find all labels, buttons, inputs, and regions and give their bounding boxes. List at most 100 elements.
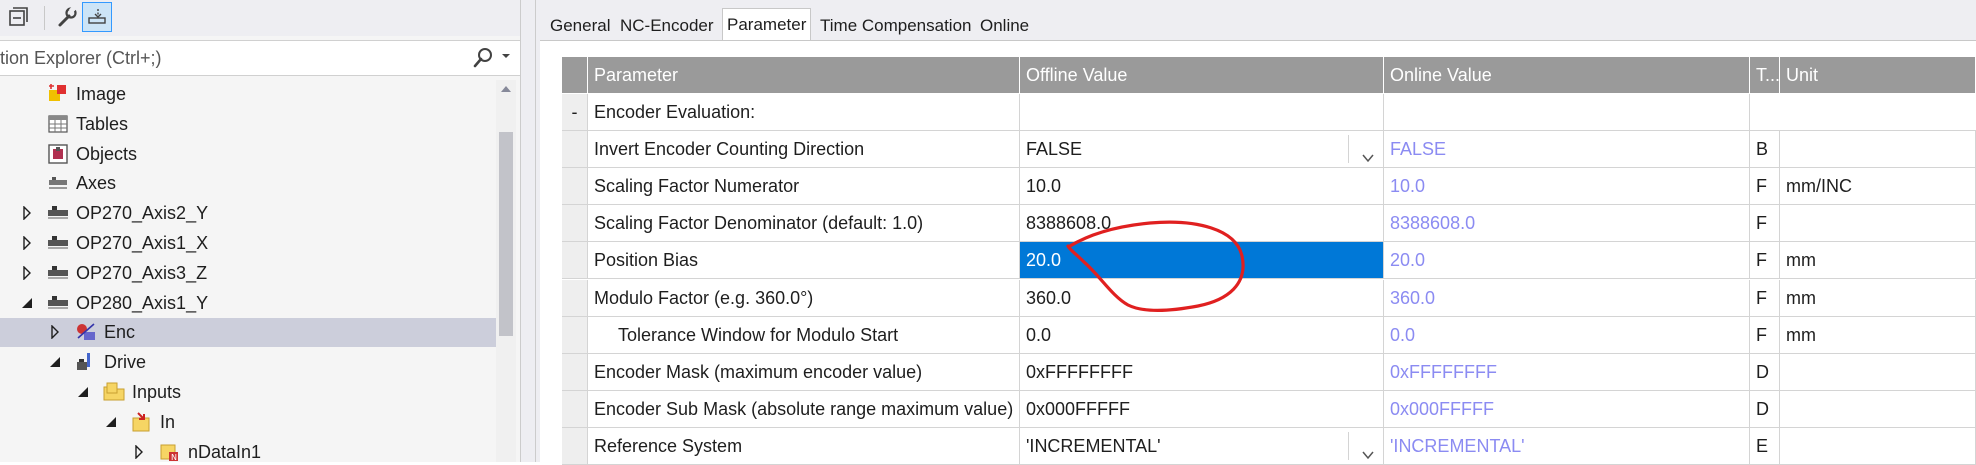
tree-node-label: In [160, 411, 176, 432]
offline-value-text: FALSE [1026, 139, 1083, 160]
parameter-cell: Tolerance Window for Modulo Start [588, 316, 1020, 353]
offline-value-text: 10.0 [1026, 176, 1062, 197]
dropdown-chevron-icon[interactable] [1361, 141, 1375, 167]
tree-node[interactable]: NnDataIn1 [0, 438, 496, 462]
tree-node[interactable]: OP280_Axis1_Y [0, 289, 496, 318]
column-header-unit[interactable]: Unit [1780, 57, 1976, 93]
offline-value-text: 8388608.0 [1026, 213, 1112, 234]
parameter-row[interactable]: Tolerance Window for Modulo Start 0.0 0.0 F… [562, 316, 1976, 354]
offline-value-cell[interactable]: 0x000FFFFF [1020, 390, 1384, 427]
offline-value-cell[interactable]: 'INCREMENTAL' [1020, 427, 1384, 464]
offline-value-cell[interactable]: 0.0 [1020, 316, 1384, 353]
pane-splitter[interactable] [520, 0, 536, 462]
online-value-cell: 0xFFFFFFFF [1384, 353, 1750, 390]
online-value-cell: 8388608.0 [1384, 205, 1750, 242]
row-gutter [562, 390, 588, 427]
tab-parameter[interactable]: Parameter [722, 8, 812, 42]
expand-arrow-icon[interactable] [20, 236, 34, 250]
parameter-row[interactable]: Encoder Sub Mask (absolute range maximum… [562, 390, 1976, 428]
parameter-row[interactable]: Modulo Factor (e.g. 360.0°) 360.0 360.0 Fmm [562, 279, 1976, 317]
type-text: F [1756, 324, 1767, 345]
collapse-arrow-icon[interactable] [48, 355, 62, 369]
tree-node[interactable]: OP270_Axis2_Y [0, 199, 496, 228]
parameter-cell: Scaling Factor Denominator (default: 1.0… [588, 205, 1020, 242]
collapse-arrow-icon[interactable] [76, 385, 90, 399]
unit-cell [1780, 94, 1976, 130]
offline-value-text: 20.0 [1026, 250, 1062, 271]
search-icon[interactable] [472, 47, 494, 69]
unit-cell [1780, 427, 1976, 464]
column-header-parameter[interactable]: Parameter [588, 57, 1020, 93]
tab-nc-encoder[interactable]: NC-Encoder [616, 12, 718, 40]
parameter-cell: Reference System [588, 427, 1020, 464]
tree-node[interactable]: Axes [0, 169, 496, 198]
online-value-text: 'INCREMENTAL' [1390, 435, 1525, 456]
scrollbar-thumb[interactable] [499, 132, 513, 336]
parameter-row[interactable]: - Encoder Evaluation: [562, 94, 1976, 131]
expand-arrow-icon[interactable] [20, 206, 34, 221]
offline-value-text: 0.0 [1026, 324, 1052, 345]
offline-value-cell[interactable]: 360.0 [1020, 279, 1384, 316]
online-value-text: FALSE [1390, 139, 1447, 160]
unit-cell: mm/INC [1780, 168, 1976, 205]
tree-node[interactable]: Enc [0, 318, 496, 348]
column-header-offline-value[interactable]: Offline Value [1020, 57, 1384, 93]
column-header-online-value[interactable]: Online Value [1384, 57, 1750, 93]
collapse-all-button[interactable] [4, 2, 34, 32]
unit-text: mm [1786, 324, 1816, 345]
tree-node[interactable]: Objects [0, 140, 496, 169]
tree-node[interactable]: OP270_Axis3_Z [0, 259, 496, 288]
offline-value-cell[interactable]: FALSE [1020, 131, 1384, 168]
collapse-arrow-icon[interactable] [20, 296, 34, 310]
parameter-row[interactable]: Encoder Mask (maximum encoder value) 0xFF… [562, 353, 1976, 391]
expand-arrow-icon[interactable] [48, 325, 62, 340]
explorer-scrollbar[interactable] [496, 80, 516, 462]
parameter-row[interactable]: Position Bias 20.0 20.0 Fmm [562, 242, 1976, 280]
scroll-up-arrow-icon[interactable] [500, 84, 512, 94]
unit-cell [1780, 390, 1976, 427]
search-options-chevron-icon[interactable] [500, 51, 512, 61]
expand-arrow-icon[interactable] [132, 444, 146, 459]
row-gutter [562, 279, 588, 316]
tree-node[interactable]: OP270_Axis1_X [0, 229, 496, 258]
tab-general[interactable]: General [546, 12, 614, 40]
online-value-cell: 'INCREMENTAL' [1384, 427, 1750, 464]
tree-node-label: OP280_Axis1_Y [76, 292, 209, 313]
offline-value-text: 0x000FFFFF [1026, 398, 1131, 419]
offline-value-cell[interactable]: 20.0 [1020, 242, 1384, 279]
preview-selected-button[interactable] [82, 2, 112, 32]
properties-button[interactable] [52, 2, 82, 32]
tree-node-label: Axes [76, 173, 117, 194]
parameter-text: Modulo Factor (e.g. 360.0°) [594, 287, 814, 308]
parameter-row[interactable]: Scaling Factor Denominator (default: 1.0… [562, 205, 1976, 243]
offline-value-cell[interactable]: 10.0 [1020, 168, 1384, 205]
parameter-row[interactable]: Reference System 'INCREMENTAL' 'INCREMENTA… [562, 427, 1976, 465]
drive-icon [74, 350, 98, 374]
dropdown-chevron-icon[interactable] [1361, 438, 1375, 464]
tree-node[interactable]: Drive [0, 348, 496, 377]
tree-node[interactable]: Image [0, 80, 496, 109]
offline-value-cell[interactable] [1020, 94, 1384, 130]
offline-value-cell[interactable]: 8388608.0 [1020, 205, 1384, 242]
collapse-arrow-icon[interactable] [104, 415, 118, 429]
tab-time-compensation[interactable]: Time Compensation [816, 12, 976, 40]
tree-node[interactable]: In [0, 408, 496, 437]
online-value-cell: 10.0 [1384, 168, 1750, 205]
parameter-row[interactable]: Invert Encoder Counting Direction FALSE FA… [562, 131, 1976, 169]
type-cell: F [1750, 168, 1780, 205]
parameter-text: Encoder Mask (maximum encoder value) [594, 361, 923, 382]
offline-value-text: 0xFFFFFFFF [1026, 361, 1133, 382]
online-value-text: 0x000FFFFF [1390, 398, 1495, 419]
parameter-cell: Modulo Factor (e.g. 360.0°) [588, 279, 1020, 316]
type-cell: F [1750, 242, 1780, 279]
expand-arrow-icon[interactable] [20, 265, 34, 280]
tab-online[interactable]: Online [976, 12, 1033, 40]
parameter-row[interactable]: Scaling Factor Numerator 10.0 10.0 Fmm/INC [562, 168, 1976, 206]
parameter-text: Position Bias [594, 250, 699, 271]
tree-node[interactable]: Tables [0, 110, 496, 139]
tree-node[interactable]: Inputs [0, 378, 496, 407]
column-header-type[interactable]: T... [1750, 57, 1780, 93]
explorer-search-input[interactable] [0, 45, 450, 71]
offline-value-text: 'INCREMENTAL' [1026, 435, 1161, 456]
offline-value-cell[interactable]: 0xFFFFFFFF [1020, 353, 1384, 390]
